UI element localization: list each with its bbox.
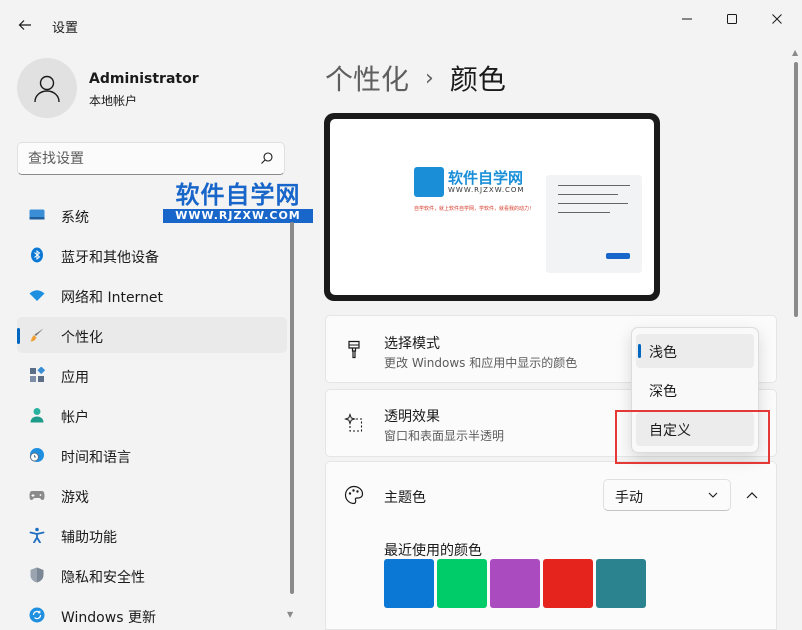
color-swatch[interactable] — [384, 559, 434, 608]
sidebar-item-label: 系统 — [61, 210, 89, 226]
menu-option-dark[interactable]: 深色 — [636, 373, 754, 407]
collapse-button[interactable] — [737, 482, 767, 508]
close-icon — [772, 14, 782, 24]
accent-title: 主题色 — [384, 490, 426, 506]
breadcrumb-parent[interactable]: 个性化 — [325, 58, 409, 98]
sidebar-item-bluetooth[interactable]: 蓝牙和其他设备 — [17, 237, 287, 273]
theme-preview: 软件自学网 WWW.RJZXW.COM 自学软件，就上软件自学网，学软件，就看我… — [324, 113, 660, 301]
search-input[interactable] — [28, 149, 248, 169]
app-title: 设置 — [52, 21, 79, 36]
sidebar-item-label: 应用 — [61, 370, 89, 386]
sidebar-item-label: 辅助功能 — [61, 530, 117, 546]
sidebar-scrollbar[interactable] — [290, 222, 294, 594]
main-scrollbar[interactable] — [794, 62, 798, 317]
menu-option-label: 深色 — [649, 384, 677, 400]
sidebar-item-accessibility[interactable]: 辅助功能 — [17, 517, 287, 553]
chevron-down-icon — [708, 492, 718, 498]
preview-window-line — [558, 212, 610, 213]
back-arrow-icon — [18, 20, 31, 30]
accessibility-icon — [29, 527, 45, 543]
transparency-description: 窗口和表面显示半透明 — [384, 429, 505, 443]
sidebar-item-apps[interactable]: 应用 — [17, 357, 287, 393]
highlight-annotation — [615, 410, 770, 464]
recent-colors-title: 最近使用的颜色 — [384, 543, 482, 559]
scroll-up-arrow-icon[interactable]: ▲ — [792, 48, 798, 57]
preview-logo-url: WWW.RJZXW.COM — [448, 186, 525, 194]
sidebar-item-label: 个性化 — [61, 330, 103, 346]
sidebar-nav: 系统 蓝牙和其他设备 网络和 Internet 个性化 应用 帐户 时间和语言 … — [17, 197, 287, 630]
sidebar-item-label: 网络和 Internet — [61, 290, 164, 306]
title-bar: 设置 — [0, 0, 802, 44]
search-box[interactable] — [17, 142, 285, 175]
preview-logo-title: 软件自学网 — [448, 169, 524, 187]
sidebar-item-label: 游戏 — [61, 490, 89, 506]
sidebar-item-label: Windows 更新 — [61, 610, 156, 626]
search-icon[interactable] — [260, 151, 274, 165]
preview-window-button — [606, 253, 630, 259]
sidebar-item-label: 蓝牙和其他设备 — [61, 250, 159, 266]
minimize-icon — [682, 18, 692, 20]
paintbrush-icon — [348, 340, 360, 359]
account-type: 本地帐户 — [89, 94, 138, 108]
color-swatch[interactable] — [437, 559, 487, 608]
mode-description: 更改 Windows 和应用中显示的颜色 — [384, 356, 578, 370]
close-button[interactable] — [757, 6, 797, 32]
wifi-icon — [29, 290, 45, 301]
color-swatch[interactable] — [490, 559, 540, 608]
menu-option-label: 浅色 — [649, 345, 677, 361]
sidebar-item-accounts[interactable]: 帐户 — [17, 397, 287, 433]
page-title: 颜色 — [449, 63, 506, 96]
preview-logo-slogan: 自学软件，就上软件自学网，学软件，就看我的动力！ — [414, 206, 535, 212]
sidebar-item-personalization[interactable]: 个性化 — [17, 317, 287, 353]
sidebar-item-time-language[interactable]: 时间和语言 — [17, 437, 287, 473]
breadcrumb: 个性化 › 颜色 — [325, 58, 506, 98]
back-button[interactable] — [12, 12, 38, 38]
preview-window-line — [558, 194, 618, 195]
maximize-icon — [727, 14, 737, 24]
sidebar-item-system[interactable]: 系统 — [17, 197, 287, 233]
menu-option-light[interactable]: 浅色 — [636, 334, 754, 368]
system-icon — [29, 209, 45, 220]
color-swatch[interactable] — [543, 559, 593, 608]
recent-colors-section: 最近使用的颜色 — [325, 528, 777, 630]
breadcrumb-separator-icon: › — [425, 65, 434, 91]
transparency-title: 透明效果 — [384, 409, 440, 425]
apps-icon — [30, 367, 45, 382]
gamepad-icon — [29, 491, 45, 500]
sparkle-icon — [344, 413, 363, 432]
user-name: Administrator — [89, 71, 199, 87]
accent-color-dropdown[interactable]: 手动 — [603, 479, 731, 511]
mode-title: 选择模式 — [384, 336, 440, 352]
maximize-button[interactable] — [712, 6, 752, 32]
preview-window-line — [558, 203, 628, 204]
bluetooth-icon — [31, 247, 43, 263]
palette-icon — [344, 485, 364, 505]
minimize-button[interactable] — [667, 6, 707, 32]
user-icon — [34, 75, 60, 103]
preview-window — [546, 175, 642, 273]
preview-desktop: 软件自学网 WWW.RJZXW.COM 自学软件，就上软件自学网，学软件，就看我… — [330, 119, 654, 295]
avatar[interactable] — [17, 58, 77, 118]
scroll-down-arrow-icon[interactable]: ▼ — [287, 610, 293, 619]
color-swatch[interactable] — [596, 559, 646, 608]
sidebar-item-label: 帐户 — [61, 410, 89, 426]
sidebar-item-privacy[interactable]: 隐私和安全性 — [17, 557, 287, 593]
sidebar-item-windows-update[interactable]: Windows 更新 — [17, 597, 287, 630]
account-icon — [30, 408, 44, 423]
shield-icon — [30, 567, 44, 583]
sidebar-item-label: 隐私和安全性 — [61, 570, 145, 586]
clock-globe-icon — [30, 448, 44, 462]
dropdown-value: 手动 — [615, 490, 643, 506]
preview-window-line — [558, 185, 630, 186]
chevron-up-icon — [746, 492, 758, 499]
sidebar-item-gaming[interactable]: 游戏 — [17, 477, 287, 513]
sidebar-item-network[interactable]: 网络和 Internet — [17, 277, 287, 313]
preview-logo: 软件自学网 WWW.RJZXW.COM 自学软件，就上软件自学网，学软件，就看我… — [414, 167, 542, 213]
logo-icon — [414, 167, 444, 197]
update-icon — [29, 607, 45, 623]
brush-icon — [30, 328, 44, 342]
sidebar-item-label: 时间和语言 — [61, 450, 131, 466]
